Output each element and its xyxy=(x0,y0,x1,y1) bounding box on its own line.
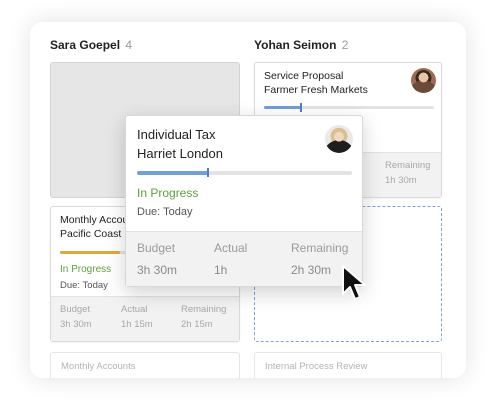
card-title-line1: Service Proposal xyxy=(264,70,344,82)
card-title-line2: Pacific Coast xyxy=(60,228,122,240)
card-footer: Budget Actual Remaining 3h 30m 1h 15m 2h… xyxy=(51,296,239,341)
budget-value: 3h 30m xyxy=(60,319,92,330)
column-header-yohan: Yohan Seimon 2 xyxy=(254,38,348,52)
task-card-internal-review[interactable]: Internal Process Review xyxy=(254,352,442,378)
card-title: Internal Process Review xyxy=(265,361,368,372)
column-name: Sara Goepel xyxy=(50,38,121,52)
mouse-pointer-icon xyxy=(342,265,366,300)
assignee-avatar xyxy=(411,68,436,93)
card-progress-bar xyxy=(137,168,352,177)
remaining-value: 2h 30m xyxy=(291,263,332,277)
assignee-avatar xyxy=(325,125,353,153)
remaining-value: 2h 15m xyxy=(181,319,213,330)
remaining-value: 1h 30m xyxy=(385,175,417,186)
progress-fill xyxy=(60,251,120,254)
progress-fill xyxy=(264,106,302,109)
column-header-sara: Sara Goepel 4 xyxy=(50,38,132,52)
actual-label: Actual xyxy=(214,241,248,255)
actual-value: 1h xyxy=(214,263,228,277)
progress-marker xyxy=(206,168,209,177)
card-title: Monthly Accou Pacific Coast xyxy=(60,213,128,241)
actual-label: Actual xyxy=(121,304,148,315)
budget-label: Budget xyxy=(137,241,176,255)
card-title-line2: Farmer Fresh Markets xyxy=(264,84,368,96)
card-title: Service Proposal Farmer Fresh Markets xyxy=(264,69,368,97)
actual-value: 1h 15m xyxy=(121,319,153,330)
remaining-label: Remaining xyxy=(291,241,349,255)
card-title-line2: Harriet London xyxy=(137,146,223,161)
budget-value: 3h 30m xyxy=(137,263,178,277)
status-label: In Progress xyxy=(137,186,199,200)
card-footer: Budget Actual Remaining 3h 30m 1h 2h 30m xyxy=(126,231,362,286)
remaining-label: Remaining xyxy=(385,160,431,171)
card-title-line1: Monthly Accou xyxy=(60,214,129,226)
column-count: 4 xyxy=(125,38,133,52)
card-title: Monthly Accounts xyxy=(61,361,136,372)
remaining-label: Remaining xyxy=(181,304,227,315)
card-title-line1: Individual Tax xyxy=(137,127,216,142)
progress-fill xyxy=(137,171,208,175)
dragged-task-card[interactable]: Individual Tax Harriet London In Progres… xyxy=(125,115,363,287)
card-title: Individual Tax Harriet London xyxy=(137,125,223,163)
card-progress-bar xyxy=(264,103,434,112)
budget-label: Budget xyxy=(60,304,91,315)
due-label: Due: Today xyxy=(137,206,193,218)
progress-marker xyxy=(300,103,303,112)
column-name: Yohan Seimon xyxy=(254,38,337,52)
column-count: 2 xyxy=(341,38,349,52)
status-label: In Progress xyxy=(60,264,112,275)
due-label: Due: Today xyxy=(60,280,108,291)
task-card-monthly-accounts[interactable]: Monthly Accounts xyxy=(50,352,240,378)
